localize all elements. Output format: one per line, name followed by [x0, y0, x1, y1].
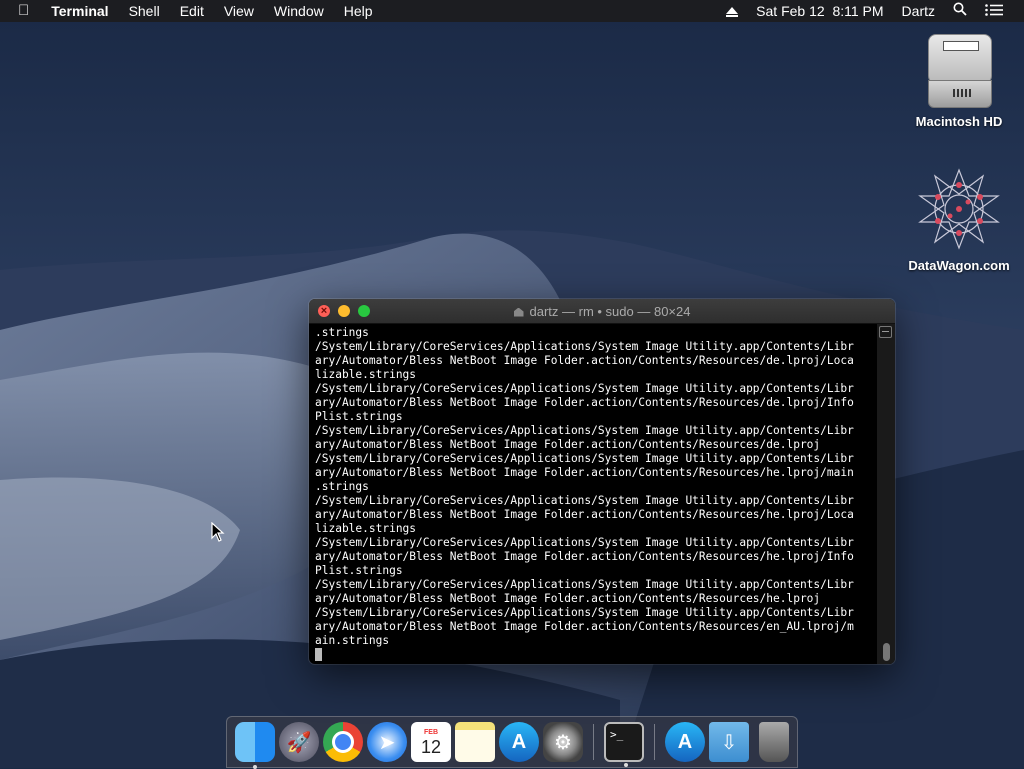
- terminal-line: .strings: [315, 326, 369, 339]
- terminal-line: ary/Automator/Bless NetBoot Image Folder…: [315, 620, 854, 633]
- terminal-line: /System/Library/CoreServices/Application…: [315, 452, 854, 465]
- dock-notes-icon[interactable]: [455, 722, 495, 762]
- terminal-line: /System/Library/CoreServices/Application…: [315, 494, 854, 507]
- terminal-line: /System/Library/CoreServices/Application…: [315, 424, 854, 437]
- terminal-line: ain.strings: [315, 634, 390, 647]
- terminal-line: ary/Automator/Bless NetBoot Image Folder…: [315, 466, 854, 479]
- menubar-user[interactable]: Dartz: [893, 0, 944, 22]
- desktop-icon-label: Macintosh HD: [915, 114, 1003, 129]
- zoom-button[interactable]: [358, 305, 370, 317]
- desktop-icon-label: DataWagon.com: [908, 258, 1010, 273]
- menu-shell[interactable]: Shell: [119, 0, 170, 22]
- terminal-line: /System/Library/CoreServices/Application…: [315, 536, 854, 549]
- terminal-line: ary/Automator/Bless NetBoot Image Folder…: [315, 592, 821, 605]
- dock-calendar-icon[interactable]: FEB 12: [411, 722, 451, 762]
- terminal-line: /System/Library/CoreServices/Application…: [315, 578, 854, 591]
- terminal-line: ary/Automator/Bless NetBoot Image Folder…: [315, 396, 854, 409]
- dock-launchpad-icon[interactable]: 🚀: [279, 722, 319, 762]
- menu-bar:  Terminal Shell Edit View Window Help S…: [0, 0, 1024, 22]
- dock-chrome-icon[interactable]: [323, 722, 363, 762]
- terminal-line: lizable.strings: [315, 522, 417, 535]
- window-title: dartz — rm • sudo — 80×24: [529, 303, 691, 319]
- terminal-line: ary/Automator/Bless NetBoot Image Folder…: [315, 354, 854, 367]
- terminal-scrollbar[interactable]: [877, 324, 895, 664]
- dock-separator: [593, 724, 594, 760]
- terminal-line: Plist.strings: [315, 410, 403, 423]
- terminal-line: Plist.strings: [315, 564, 403, 577]
- dock: 🚀 ➤ FEB 12 A ⚙ >_ A ⇩: [226, 716, 798, 769]
- spotlight-search-icon[interactable]: [944, 0, 976, 22]
- desktop-icon-datawagon[interactable]: DataWagon.com: [904, 166, 1014, 273]
- dock-system-preferences-icon[interactable]: ⚙: [543, 722, 583, 762]
- terminal-line: /System/Library/CoreServices/Application…: [315, 382, 854, 395]
- terminal-window[interactable]: dartz — rm • sudo — 80×24 .strings/Syste…: [309, 299, 895, 664]
- menubar-clock[interactable]: Sat Feb 12 8:11 PM: [747, 0, 892, 22]
- geometric-star-icon: [916, 166, 1002, 252]
- terminal-cursor: [315, 648, 322, 661]
- notification-center-icon[interactable]: [976, 0, 1012, 22]
- dock-app-store-icon[interactable]: A: [665, 722, 705, 762]
- calendar-day: 12: [420, 736, 442, 757]
- mouse-pointer-icon: [211, 522, 225, 542]
- app-menu-terminal[interactable]: Terminal: [41, 0, 118, 22]
- terminal-line: ary/Automator/Bless NetBoot Image Folder…: [315, 508, 854, 521]
- dock-safari-icon[interactable]: ➤: [367, 722, 407, 762]
- menu-window[interactable]: Window: [264, 0, 334, 22]
- terminal-output[interactable]: .strings/System/Library/CoreServices/App…: [309, 324, 877, 664]
- terminal-line: ary/Automator/Bless NetBoot Image Folder…: [315, 550, 854, 563]
- terminal-prompt-glyph: >_: [610, 728, 624, 741]
- terminal-line: .strings: [315, 480, 369, 493]
- dock-finder-icon[interactable]: [235, 722, 275, 769]
- menu-help[interactable]: Help: [334, 0, 383, 22]
- hard-drive-icon: [924, 30, 994, 108]
- terminal-line: /System/Library/CoreServices/Application…: [315, 606, 854, 619]
- dock-app-store-icon[interactable]: A: [499, 722, 539, 762]
- calendar-month: FEB: [424, 728, 438, 736]
- terminal-line: /System/Library/CoreServices/Application…: [315, 340, 854, 353]
- terminal-titlebar[interactable]: dartz — rm • sudo — 80×24: [309, 299, 895, 324]
- dock-trash-icon[interactable]: [759, 722, 789, 762]
- menu-edit[interactable]: Edit: [170, 0, 214, 22]
- desktop-icon-macintosh-hd[interactable]: Macintosh HD: [904, 30, 1014, 129]
- home-folder-icon: [513, 307, 524, 317]
- apple-menu-icon[interactable]: : [0, 0, 41, 22]
- dock-separator: [654, 724, 655, 760]
- close-button[interactable]: [318, 305, 330, 317]
- minimize-button[interactable]: [338, 305, 350, 317]
- scroll-thumb[interactable]: [883, 643, 890, 661]
- terminal-line: ary/Automator/Bless NetBoot Image Folder…: [315, 438, 821, 451]
- dock-terminal-icon[interactable]: >_: [604, 722, 644, 767]
- dock-downloads-folder-icon[interactable]: ⇩: [709, 722, 749, 762]
- eject-icon[interactable]: [717, 0, 747, 22]
- split-pane-icon[interactable]: [879, 326, 892, 338]
- terminal-line: lizable.strings: [315, 368, 417, 381]
- menu-view[interactable]: View: [214, 0, 264, 22]
